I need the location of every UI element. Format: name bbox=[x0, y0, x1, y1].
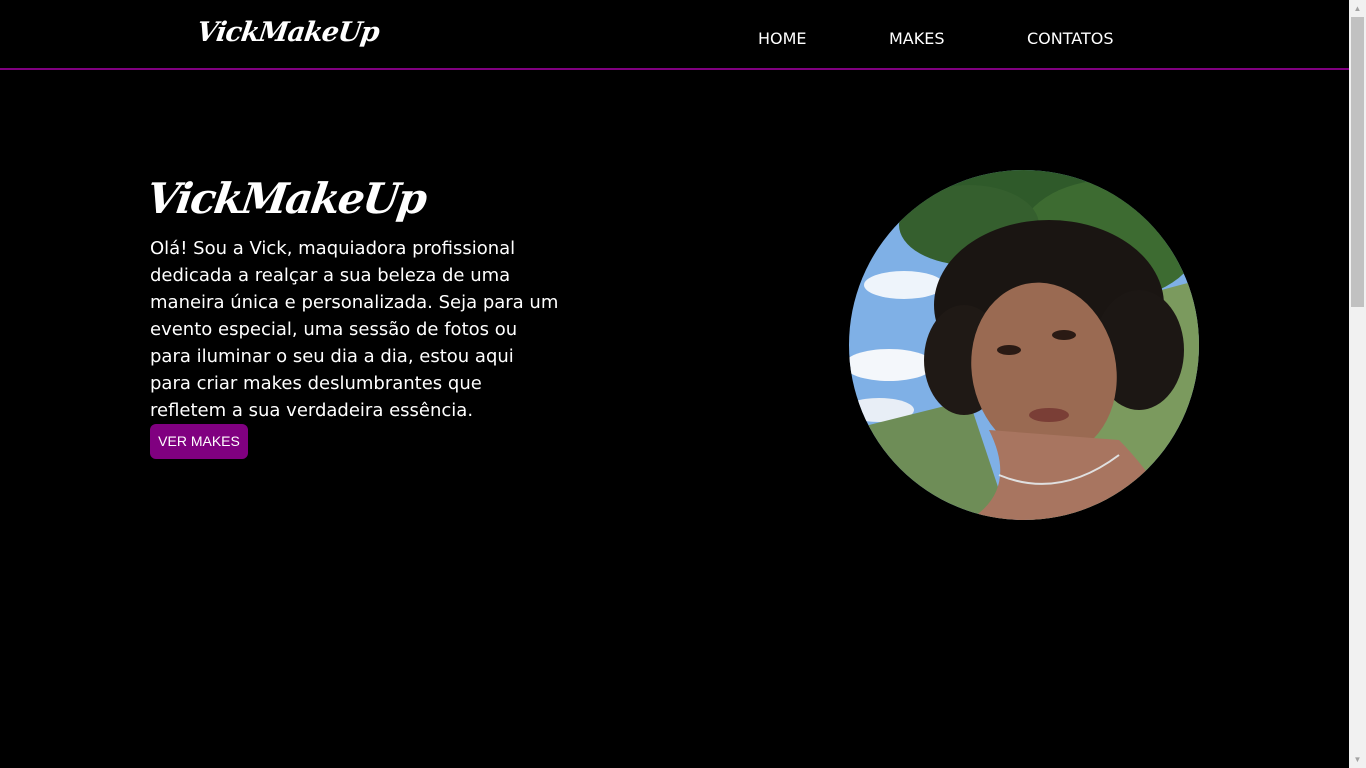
scroll-down-arrow-icon[interactable]: ▼ bbox=[1349, 751, 1366, 768]
hero-title: VickMakeUp bbox=[143, 174, 429, 223]
main-nav: HOME MAKES CONTATOS bbox=[0, 28, 1349, 50]
ver-makes-button[interactable]: VER MAKES bbox=[150, 424, 248, 459]
hero-description: Olá! Sou a Vick, maquiadora profissional… bbox=[150, 238, 559, 421]
nav-link-contatos[interactable]: CONTATOS bbox=[1027, 28, 1114, 50]
nav-link-home[interactable]: HOME bbox=[758, 28, 807, 50]
scroll-up-arrow-icon[interactable]: ▲ bbox=[1349, 0, 1366, 17]
site-header: VickMakeUp HOME MAKES CONTATOS bbox=[0, 0, 1349, 70]
scrollbar-thumb[interactable] bbox=[1351, 17, 1364, 307]
nav-link-makes[interactable]: MAKES bbox=[889, 28, 945, 50]
profile-photo bbox=[849, 170, 1199, 520]
vertical-scrollbar[interactable]: ▲ ▼ bbox=[1349, 0, 1366, 768]
